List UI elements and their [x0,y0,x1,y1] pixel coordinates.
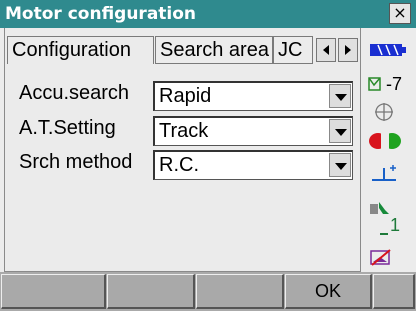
chevron-down-icon[interactable] [329,153,351,177]
channel-prefix-icon [380,231,388,235]
tab-configuration[interactable]: Configuration [7,36,154,64]
status-sidebar: -7 1 [364,28,416,272]
srch-method-value: R.C. [159,154,199,176]
crosshair-icon [375,103,393,121]
tab-strip: Configuration Search area JC [5,28,362,65]
prism-icon [370,202,389,214]
chevron-down-icon[interactable] [329,84,351,108]
softkey-1[interactable] [1,274,106,309]
srch-method-label: Srch method [19,151,133,173]
tab-scroll-left-button[interactable] [316,38,336,62]
softkey-2[interactable] [107,274,195,309]
content-panel: Configuration Search area JC Accu.search… [4,28,361,272]
tilt-icon [368,77,381,91]
tracking-mode-icon [372,165,396,181]
accu-search-label: Accu.search [19,82,130,104]
target-status-icon [369,132,401,150]
tab-scroll-right-button[interactable] [338,38,358,62]
title-bar: Motor configuration × [0,0,416,28]
ok-button[interactable]: OK [285,274,372,309]
at-setting-select[interactable]: Track [153,116,353,146]
accu-search-select[interactable]: Rapid [153,81,353,111]
tab-search-area[interactable]: Search area [155,36,273,64]
tilt-value: -7 [386,74,403,94]
no-signal-icon [370,249,391,266]
tab-jc[interactable]: JC [273,36,313,64]
softkey-bar: OK [0,272,416,311]
battery-icon [370,44,406,56]
at-setting-label: A.T.Setting [19,117,116,139]
window-title: Motor configuration [5,4,197,24]
srch-method-select[interactable]: R.C. [153,150,353,180]
chevron-down-icon[interactable] [329,119,351,143]
chevron-right-icon [345,45,351,55]
at-setting-value: Track [159,120,209,142]
close-button[interactable]: × [389,3,411,24]
accu-search-value: Rapid [159,85,212,107]
channel-value: 1 [390,215,401,235]
chevron-left-icon [323,45,329,55]
softkey-3[interactable] [196,274,284,309]
softkey-5[interactable] [373,274,415,309]
